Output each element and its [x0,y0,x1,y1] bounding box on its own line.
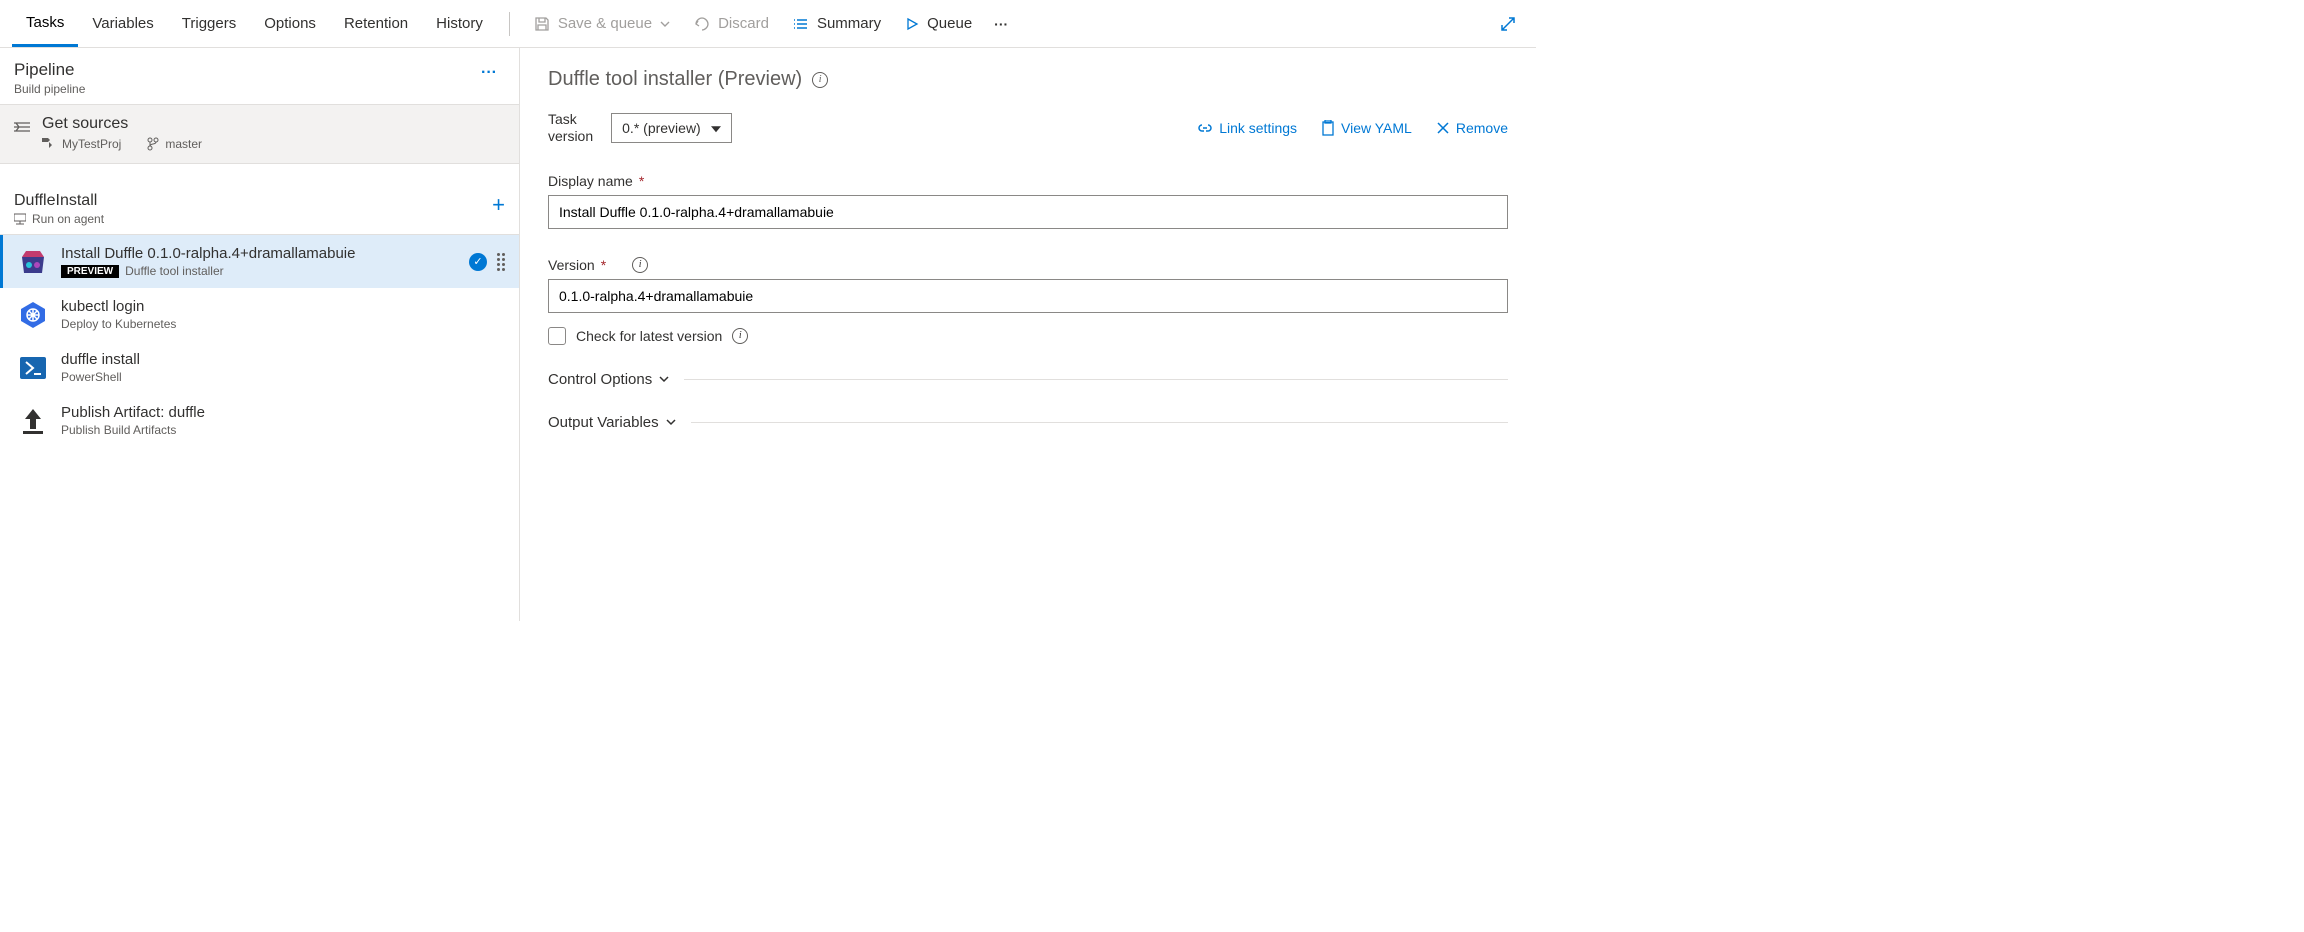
sources-icon [14,119,30,135]
preview-badge: PREVIEW [61,265,119,278]
job-header[interactable]: DuffleInstall Run on agent + [0,184,519,235]
publish-icon [17,405,49,437]
task-row[interactable]: Install Duffle 0.1.0-ralpha.4+dramallama… [0,235,519,288]
task-version-select[interactable]: 0.* (preview) [611,113,732,143]
task-version-label: Taskversion [548,111,593,145]
kubernetes-icon [17,299,49,331]
right-pane: Duffle tool installer (Preview) i Taskve… [520,48,1536,621]
undo-icon [694,16,710,32]
task-name: kubectl login [61,298,176,315]
job-sub: Run on agent [14,212,104,226]
remove-button[interactable]: Remove [1436,120,1508,136]
repo-name: MyTestProj [42,137,121,151]
top-tabbar: Tasks Variables Triggers Options Retenti… [0,0,1536,48]
output-variables-section[interactable]: Output Variables [548,414,1508,431]
queue-button[interactable]: Queue [893,0,984,47]
repo-icon [42,138,56,150]
chevron-down-icon [660,19,670,29]
info-icon[interactable]: i [812,72,828,88]
status-check-icon [469,253,487,271]
tab-history[interactable]: History [422,0,497,47]
get-sources-row[interactable]: Get sources MyTestProj master [0,105,519,164]
task-sub: Deploy to Kubernetes [61,317,176,331]
link-icon [1197,121,1213,135]
tab-tasks[interactable]: Tasks [12,0,78,47]
more-actions[interactable]: ··· [984,16,1018,32]
version-label: Version* i [548,257,1508,273]
task-row[interactable]: duffle install PowerShell [0,341,519,394]
branch-name: master [147,137,202,151]
job-name: DuffleInstall [14,192,104,210]
task-name: Install Duffle 0.1.0-ralpha.4+dramallama… [61,245,355,262]
display-name-label: Display name* [548,173,1508,189]
task-name: duffle install [61,351,140,368]
duffle-icon [17,246,49,278]
task-sub: PowerShell [61,370,122,384]
info-icon[interactable]: i [732,328,748,344]
control-options-section[interactable]: Control Options [548,371,1508,388]
get-sources-title: Get sources [42,115,202,133]
task-row[interactable]: Publish Artifact: duffle Publish Build A… [0,394,519,447]
tab-retention[interactable]: Retention [330,0,422,47]
discard-button[interactable]: Discard [682,0,781,47]
fullscreen-button[interactable] [1492,16,1524,32]
agent-icon [14,213,26,225]
play-icon [905,17,919,31]
branch-icon [147,137,159,151]
save-icon [534,16,550,32]
info-icon[interactable]: i [632,257,648,273]
separator [509,12,510,36]
left-pane: Pipeline Build pipeline ··· Get sources … [0,48,520,621]
task-sub: Publish Build Artifacts [61,423,176,437]
add-task-button[interactable]: + [492,192,505,218]
pipeline-subtitle: Build pipeline [14,82,85,96]
save-queue-button[interactable]: Save & queue [522,0,682,47]
powershell-icon [17,352,49,384]
drag-handle[interactable] [497,253,505,271]
pipeline-title: Pipeline [14,60,85,80]
task-row[interactable]: kubectl login Deploy to Kubernetes [0,288,519,341]
panel-title: Duffle tool installer (Preview) i [548,68,1508,91]
chevron-down-icon [658,373,670,385]
tab-triggers[interactable]: Triggers [168,0,250,47]
clipboard-icon [1321,120,1335,136]
list-icon [793,16,809,32]
pipeline-header[interactable]: Pipeline Build pipeline ··· [0,48,519,105]
link-settings-button[interactable]: Link settings [1197,120,1297,136]
check-latest-checkbox[interactable] [548,327,566,345]
tab-options[interactable]: Options [250,0,330,47]
task-name: Publish Artifact: duffle [61,404,205,421]
pipeline-more[interactable]: ··· [473,60,505,86]
display-name-input[interactable] [548,195,1508,229]
summary-button[interactable]: Summary [781,0,893,47]
view-yaml-button[interactable]: View YAML [1321,120,1412,136]
tab-variables[interactable]: Variables [78,0,167,47]
close-icon [1436,121,1450,135]
check-latest-label: Check for latest version [576,328,722,344]
chevron-down-icon [665,416,677,428]
task-sub: Duffle tool installer [125,264,224,278]
version-input[interactable] [548,279,1508,313]
